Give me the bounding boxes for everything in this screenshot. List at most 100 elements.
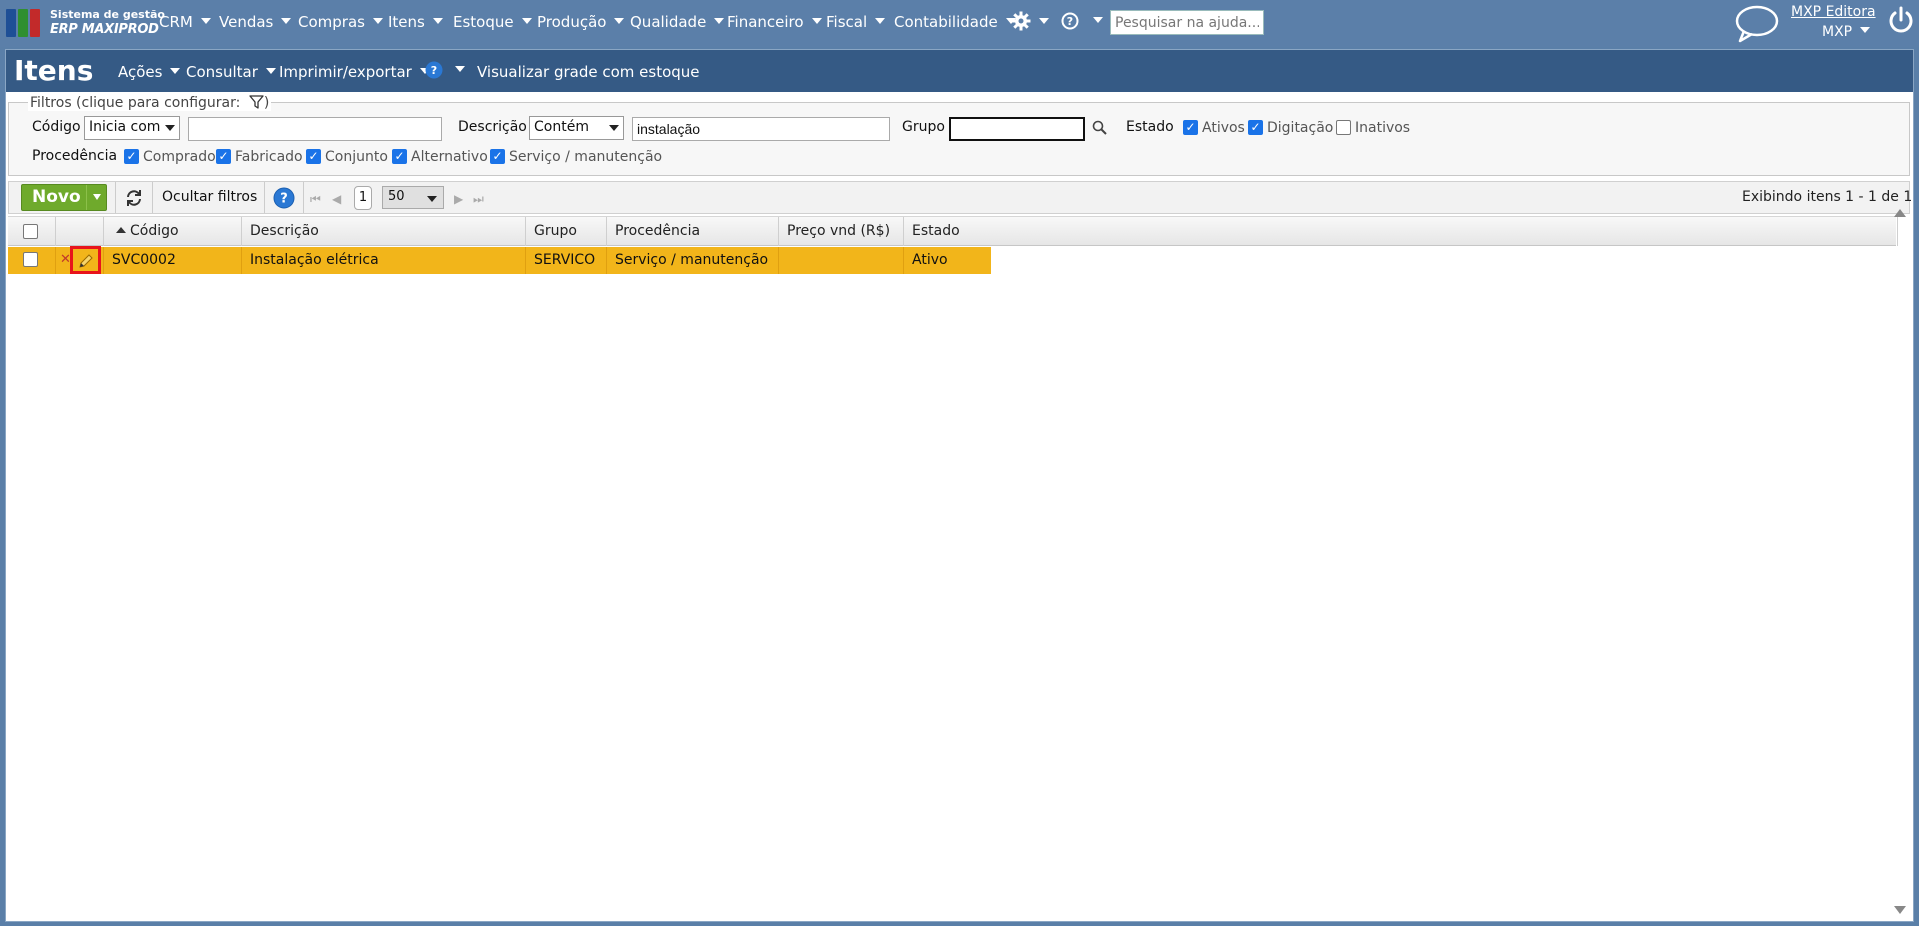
grupo-filter-input[interactable] <box>949 117 1085 141</box>
procedencia-conjunto-checkbox[interactable]: ✓ <box>306 149 321 164</box>
procedencia-filter-label: Procedência <box>32 148 118 164</box>
menu-qualidade-label: Qualidade <box>630 13 707 31</box>
toolbar-divider <box>152 182 153 213</box>
menu-qualidade[interactable]: Qualidade <box>630 13 725 31</box>
menu-producao[interactable]: Produção <box>537 13 625 31</box>
scroll-up-arrow[interactable] <box>1894 209 1906 217</box>
print-export-menu[interactable]: Imprimir/exportar <box>279 63 430 81</box>
help-circle-icon: ? <box>1061 12 1079 30</box>
codigo-mode-value: Inicia com <box>89 119 161 135</box>
menu-compras[interactable]: Compras <box>298 13 383 31</box>
user-name-link[interactable]: MXP Editora <box>1791 4 1876 20</box>
help-search-input[interactable] <box>1110 10 1264 35</box>
descricao-mode-select[interactable]: Contém <box>529 116 624 140</box>
estado-ativos-checkbox[interactable]: ✓ <box>1183 120 1198 135</box>
chevron-down-icon <box>427 196 437 202</box>
cell-preco <box>779 247 904 274</box>
menu-vendas[interactable]: Vendas <box>219 13 292 31</box>
next-page-icon[interactable]: ▶ <box>454 192 463 206</box>
menu-crm[interactable]: CRM <box>159 13 211 31</box>
chevron-down-icon <box>614 18 625 24</box>
chat-bubble-icon[interactable] <box>1734 4 1780 44</box>
procedencia-alternativo-label: Alternativo <box>411 149 488 165</box>
app-logo[interactable]: Sistema de gestão ERP MAXIPROD <box>6 6 165 40</box>
chevron-down-icon <box>281 18 292 24</box>
column-header-codigo[interactable]: Código <box>104 217 242 246</box>
help-menu[interactable]: ? <box>1061 12 1103 30</box>
row-select-checkbox[interactable] <box>23 252 38 267</box>
previous-page-icon[interactable]: ◀ <box>332 192 341 206</box>
power-icon[interactable] <box>1888 6 1914 34</box>
procedencia-alternativo-checkbox[interactable]: ✓ <box>392 149 407 164</box>
edit-button[interactable] <box>70 246 101 274</box>
page-number-input[interactable]: 1 <box>354 186 372 210</box>
codigo-filter-input[interactable] <box>188 117 442 141</box>
actions-header <box>56 217 104 246</box>
menu-itens[interactable]: Itens <box>388 13 443 31</box>
page-title: Itens <box>14 54 94 87</box>
table-row[interactable]: ✕ SVC0002 Instalação elétrica SERVICO Se… <box>8 246 991 274</box>
items-grid: Código Descrição Grupo Procedência Preço… <box>8 216 1910 921</box>
search-icon[interactable] <box>1092 120 1108 136</box>
page-size-value: 50 <box>388 189 405 204</box>
procedencia-conjunto-label: Conjunto <box>325 149 388 165</box>
chevron-down-icon <box>875 18 886 24</box>
menu-fiscal[interactable]: Fiscal <box>826 13 886 31</box>
column-header-descricao[interactable]: Descrição <box>242 217 526 246</box>
procedencia-servico-checkbox[interactable]: ✓ <box>490 149 505 164</box>
procedencia-comprado-checkbox[interactable]: ✓ <box>124 149 139 164</box>
select-all-checkbox[interactable] <box>23 224 38 239</box>
procedencia-fabricado-checkbox[interactable]: ✓ <box>216 149 231 164</box>
column-header-preco[interactable]: Preço vnd (R$) <box>779 217 904 246</box>
cell-procedencia: Serviço / manutenção <box>607 247 779 274</box>
hide-filters-button[interactable]: Ocultar filtros <box>162 189 257 205</box>
menu-itens-label: Itens <box>388 13 425 31</box>
estado-filter-label: Estado <box>1126 119 1174 135</box>
consultar-menu[interactable]: Consultar <box>186 63 276 81</box>
filters-legend[interactable]: Filtros (clique para configurar: ) <box>28 95 272 111</box>
page-help-menu[interactable]: ? <box>425 61 465 79</box>
consultar-menu-label: Consultar <box>186 63 258 81</box>
settings-menu[interactable] <box>1011 11 1049 31</box>
menu-estoque[interactable]: Estoque <box>453 13 532 31</box>
new-item-button[interactable]: Novo <box>21 184 107 211</box>
descricao-filter-input[interactable] <box>632 117 890 141</box>
svg-text:?: ? <box>1067 15 1073 28</box>
toolbar-divider <box>303 182 304 213</box>
page-size-select[interactable]: 50 <box>382 186 444 209</box>
actions-menu[interactable]: Ações <box>118 63 181 81</box>
new-button-divider <box>86 185 87 210</box>
descricao-filter-label: Descrição <box>458 119 527 135</box>
menu-contabilidade[interactable]: Contabilidade <box>894 13 1016 31</box>
first-page-icon[interactable]: ⏮ <box>310 192 321 207</box>
filters-legend-text: Filtros (clique para configurar: <box>30 95 241 111</box>
chevron-down-icon <box>170 68 181 74</box>
menu-crm-label: CRM <box>159 13 193 31</box>
refresh-icon[interactable] <box>125 189 143 207</box>
help-circle-icon[interactable]: ? <box>273 187 295 209</box>
column-header-codigo-label: Código <box>130 223 179 239</box>
filter-icon[interactable] <box>249 95 264 109</box>
codigo-mode-select[interactable]: Inicia com <box>84 116 180 140</box>
last-page-icon[interactable]: ⏭ <box>473 192 484 207</box>
scroll-down-arrow[interactable] <box>1894 906 1906 914</box>
logo-block-blue <box>6 9 16 37</box>
view-stock-grid-link[interactable]: Visualizar grade com estoque <box>477 63 700 81</box>
page-content: Itens Ações Consultar Imprimir/exportar … <box>5 49 1914 922</box>
company-selector[interactable]: MXP <box>1822 24 1871 40</box>
procedencia-servico-label: Serviço / manutenção <box>509 149 663 165</box>
menu-producao-label: Produção <box>537 13 607 31</box>
top-navigation-bar: Sistema de gestão ERP MAXIPROD CRM Venda… <box>0 0 1919 47</box>
column-header-procedencia[interactable]: Procedência <box>607 217 779 246</box>
chevron-down-icon[interactable] <box>93 194 101 200</box>
chevron-down-icon <box>609 125 619 131</box>
column-header-estado[interactable]: Estado <box>904 217 1898 246</box>
chevron-down-icon <box>200 18 211 24</box>
estado-inativos-checkbox[interactable] <box>1336 120 1351 135</box>
estado-digitacao-checkbox[interactable]: ✓ <box>1248 120 1263 135</box>
procedencia-comprado-label: Comprado <box>143 149 216 165</box>
grupo-filter-label: Grupo <box>902 119 945 135</box>
menu-estoque-label: Estoque <box>453 13 514 31</box>
column-header-grupo[interactable]: Grupo <box>526 217 607 246</box>
menu-financeiro[interactable]: Financeiro <box>727 13 822 31</box>
